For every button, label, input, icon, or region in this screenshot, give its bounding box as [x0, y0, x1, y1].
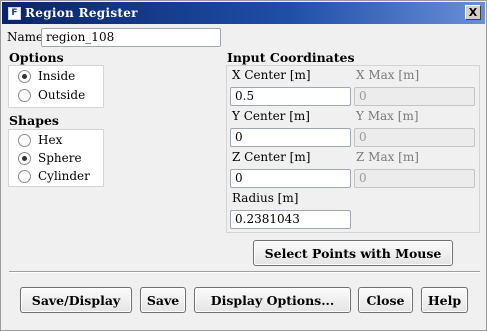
radius-label: Radius [m]	[232, 191, 299, 205]
radio-unchecked-icon	[18, 169, 31, 183]
window-title: Region Register	[25, 6, 138, 20]
help-button[interactable]: Help	[421, 287, 468, 313]
y-center-label: Y Center [m]	[232, 109, 310, 123]
close-button[interactable]: Close	[358, 287, 413, 313]
region-register-dialog: F Region Register X Name region_108 Opti…	[0, 0, 487, 331]
shape-hex-radio[interactable]: Hex	[18, 133, 62, 147]
save-button[interactable]: Save	[140, 287, 186, 313]
shape-cylinder-label: Cylinder	[38, 169, 90, 183]
x-max-label: X Max [m]	[356, 68, 420, 82]
radio-checked-icon	[18, 151, 31, 165]
x-max-input: 0	[354, 87, 475, 106]
save-display-button[interactable]: Save/Display	[20, 287, 132, 313]
option-outside-radio[interactable]: Outside	[18, 88, 85, 102]
y-max-input: 0	[354, 128, 475, 147]
shapes-heading: Shapes	[9, 113, 59, 128]
name-label: Name	[7, 30, 44, 44]
option-inside-radio[interactable]: Inside	[18, 69, 75, 83]
y-max-label: Y Max [m]	[356, 109, 419, 123]
radius-input[interactable]: 0.2381043	[230, 210, 351, 229]
x-center-input[interactable]: 0.5	[230, 87, 351, 106]
shape-sphere-radio[interactable]: Sphere	[18, 151, 82, 165]
option-outside-label: Outside	[38, 88, 86, 102]
input-coordinates-heading: Input Coordinates	[227, 50, 355, 65]
radio-unchecked-icon	[18, 133, 31, 147]
close-window-button[interactable]: X	[465, 5, 481, 20]
select-points-button[interactable]: Select Points with Mouse	[253, 240, 453, 266]
z-center-label: Z Center [m]	[232, 150, 311, 164]
title-bar[interactable]: F Region Register X	[2, 2, 485, 24]
shape-cylinder-radio[interactable]: Cylinder	[18, 169, 90, 183]
app-icon: F	[8, 6, 21, 20]
options-heading: Options	[9, 50, 64, 65]
display-options-button[interactable]: Display Options...	[194, 287, 351, 313]
z-max-label: Z Max [m]	[356, 150, 419, 164]
z-center-input[interactable]: 0	[230, 169, 351, 188]
z-max-input: 0	[354, 169, 475, 188]
separator	[9, 271, 480, 273]
shape-sphere-label: Sphere	[38, 151, 82, 165]
radio-checked-icon	[18, 69, 31, 83]
name-input[interactable]: region_108	[41, 28, 221, 47]
close-icon: X	[468, 6, 478, 19]
y-center-input[interactable]: 0	[230, 128, 351, 147]
radio-unchecked-icon	[18, 88, 31, 102]
option-inside-label: Inside	[38, 69, 76, 83]
x-center-label: X Center [m]	[232, 68, 311, 82]
shape-hex-label: Hex	[38, 133, 63, 147]
